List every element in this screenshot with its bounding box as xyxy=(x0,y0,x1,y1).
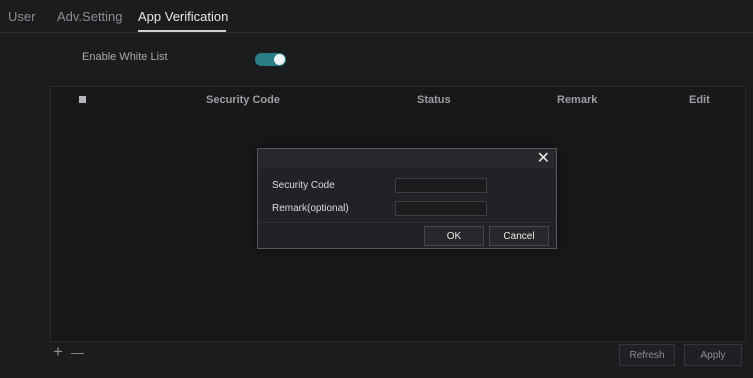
tab-adv-setting[interactable]: Adv.Setting xyxy=(57,9,123,24)
remove-icon[interactable]: — xyxy=(71,345,84,360)
toggle-knob xyxy=(274,54,285,65)
dialog-header: ✕ xyxy=(258,149,556,169)
select-all-checkbox[interactable] xyxy=(79,96,86,103)
remark-input[interactable] xyxy=(395,201,487,216)
add-security-code-dialog: ✕ Security Code Remark(optional) OK Canc… xyxy=(257,148,557,249)
refresh-button[interactable]: Refresh xyxy=(619,344,675,366)
tab-bar: User Adv.Setting App Verification xyxy=(0,0,753,34)
table-header: Security Code Status Remark Edit xyxy=(51,87,745,113)
enable-white-list-label: Enable White List xyxy=(82,51,168,63)
column-edit: Edit xyxy=(689,94,710,106)
ok-button[interactable]: OK xyxy=(424,226,484,246)
add-icon[interactable]: + xyxy=(53,342,63,362)
close-icon[interactable]: ✕ xyxy=(537,150,550,168)
tab-user[interactable]: User xyxy=(8,9,35,24)
column-status: Status xyxy=(417,94,451,106)
apply-button[interactable]: Apply xyxy=(684,344,742,366)
enable-white-list-toggle[interactable] xyxy=(255,53,286,66)
remark-label: Remark(optional) xyxy=(272,203,349,214)
column-remark: Remark xyxy=(557,94,598,106)
tab-app-verification[interactable]: App Verification xyxy=(138,9,228,24)
cancel-button[interactable]: Cancel xyxy=(489,226,549,246)
dialog-divider xyxy=(258,222,556,223)
security-code-label: Security Code xyxy=(272,180,335,191)
column-security-code: Security Code xyxy=(206,94,280,106)
tab-divider xyxy=(0,32,753,33)
security-code-input[interactable] xyxy=(395,178,487,193)
